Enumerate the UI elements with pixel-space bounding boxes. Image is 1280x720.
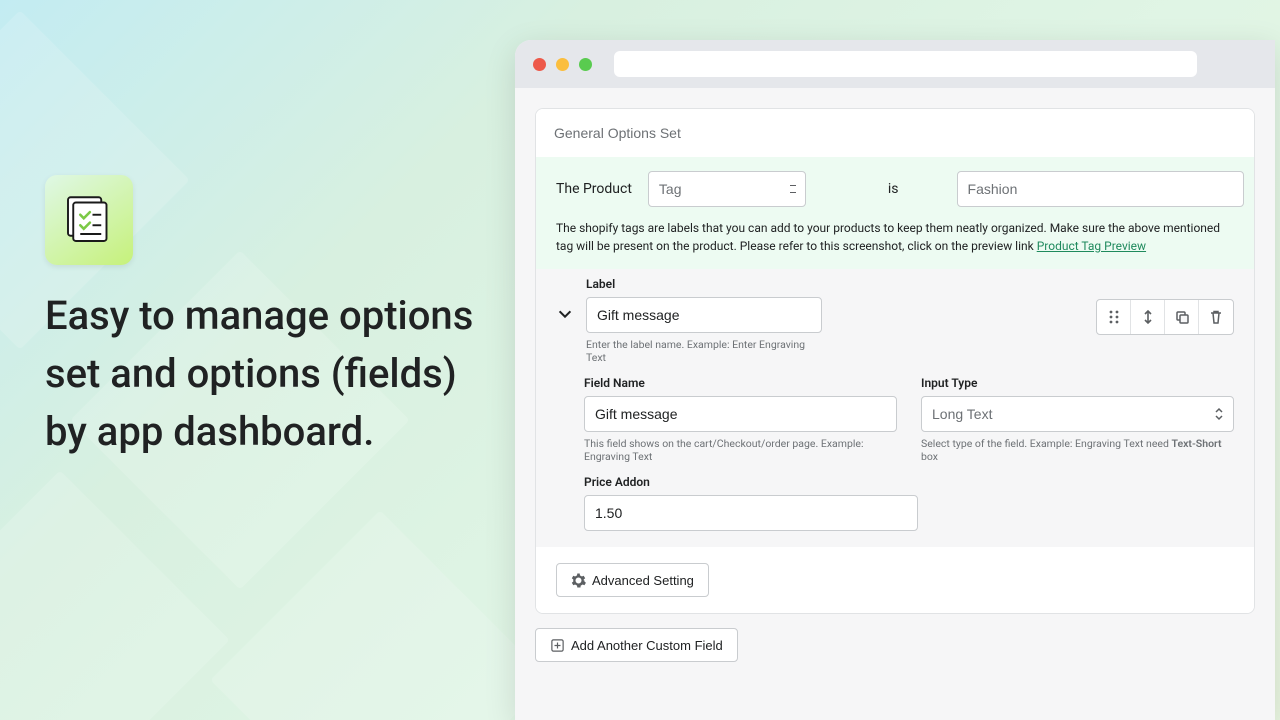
maximize-icon[interactable] bbox=[579, 58, 592, 71]
plus-box-icon bbox=[550, 638, 565, 653]
drag-handle-icon bbox=[1106, 309, 1122, 325]
product-tag-value-input[interactable] bbox=[957, 171, 1244, 207]
the-product-label: The Product bbox=[556, 181, 632, 197]
input-type-hint: Select type of the field. Example: Engra… bbox=[921, 437, 1234, 463]
window-chrome bbox=[515, 40, 1275, 88]
label-title: Label bbox=[586, 277, 822, 291]
advanced-setting-button[interactable]: Advanced Setting bbox=[556, 563, 709, 597]
price-addon-title: Price Addon bbox=[584, 475, 1234, 489]
field-name-input[interactable] bbox=[584, 396, 897, 432]
tag-help-text: The shopify tags are labels that you can… bbox=[536, 219, 1254, 269]
minimize-icon[interactable] bbox=[556, 58, 569, 71]
delete-button[interactable] bbox=[1199, 300, 1233, 334]
reorder-button[interactable] bbox=[1131, 300, 1165, 334]
gear-icon bbox=[571, 573, 586, 588]
drag-handle-button[interactable] bbox=[1097, 300, 1131, 334]
is-label: is bbox=[888, 181, 899, 197]
input-type-title: Input Type bbox=[921, 376, 1234, 390]
app-icon bbox=[45, 175, 133, 265]
url-bar[interactable] bbox=[614, 51, 1197, 77]
product-attribute-select[interactable]: Tag bbox=[648, 171, 806, 207]
copy-icon bbox=[1174, 309, 1190, 325]
product-rule-row: The Product Tag is bbox=[536, 157, 1254, 219]
app-window: The Product Tag is The shopify tags are … bbox=[515, 40, 1275, 720]
option-set-name-input[interactable] bbox=[536, 109, 1254, 157]
collapse-toggle[interactable] bbox=[556, 305, 574, 327]
chevron-down-icon bbox=[556, 305, 574, 323]
input-type-select[interactable]: Long Text bbox=[921, 396, 1234, 432]
trash-icon bbox=[1208, 309, 1224, 325]
product-tag-preview-link[interactable]: Product Tag Preview bbox=[1037, 239, 1146, 253]
field-name-hint: This field shows on the cart/Checkout/or… bbox=[584, 437, 897, 463]
field-name-title: Field Name bbox=[584, 376, 897, 390]
close-icon[interactable] bbox=[533, 58, 546, 71]
price-addon-input[interactable] bbox=[584, 495, 918, 531]
label-hint: Enter the label name. Example: Enter Eng… bbox=[586, 338, 822, 364]
promo-headline: Easy to manage options set and options (… bbox=[45, 287, 495, 461]
duplicate-button[interactable] bbox=[1165, 300, 1199, 334]
arrows-vertical-icon bbox=[1140, 309, 1156, 325]
label-input[interactable] bbox=[586, 297, 822, 333]
add-another-field-button[interactable]: Add Another Custom Field bbox=[535, 628, 738, 662]
